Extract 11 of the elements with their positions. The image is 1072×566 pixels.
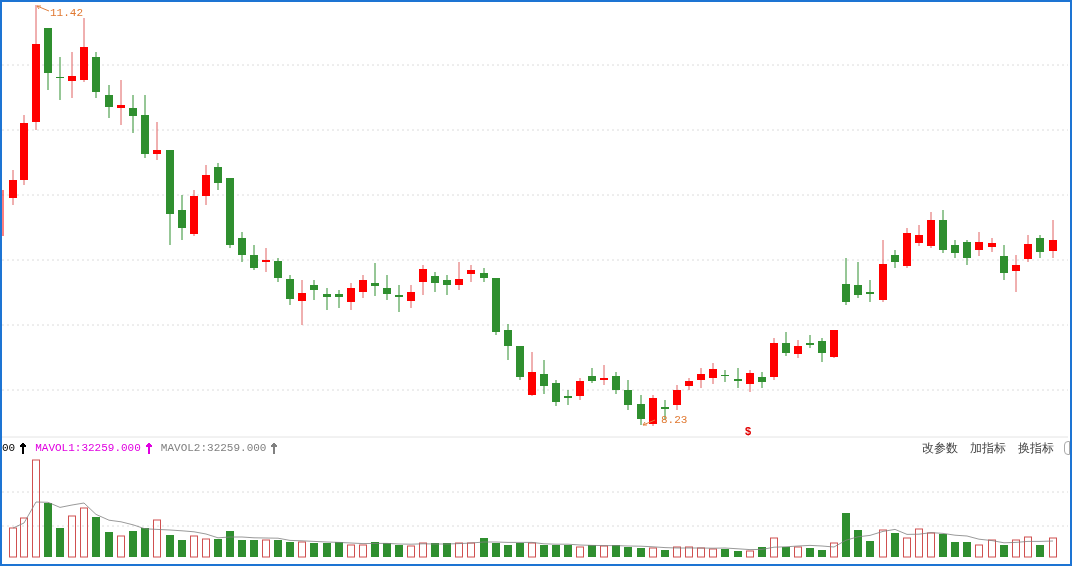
legend-text: MAVOL1:32259.000 (35, 440, 141, 456)
high-price-label: 11.42 (50, 6, 83, 21)
indicator-button[interactable]: 加指标 (968, 439, 1008, 457)
signal-marker: $ (745, 426, 752, 437)
legend-text: MAVOL2:32259.000 (160, 440, 267, 456)
legend-text: 00 (2, 440, 16, 456)
indicator-button[interactable]: 换指标 (1016, 439, 1056, 457)
low-price-label: 8.23 (661, 413, 688, 428)
indicator-button[interactable]: 改参数 (920, 439, 960, 457)
scroll-button[interactable] (1064, 441, 1070, 455)
leader-line (642, 416, 656, 426)
